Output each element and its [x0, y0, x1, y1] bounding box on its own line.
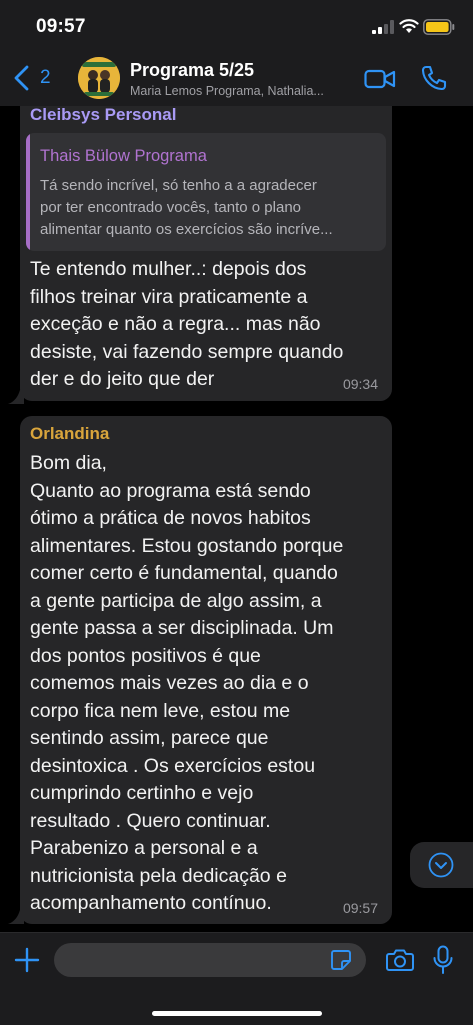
message-bubble[interactable]: Orlandina Bom dia, Quanto ao programa es…: [20, 416, 392, 924]
message-bubble[interactable]: Cleibsys Personal Thais Bülow Programa T…: [20, 106, 392, 401]
microphone-icon[interactable]: [432, 945, 454, 975]
quoted-message[interactable]: Thais Bülow Programa Tá sendo incrível, …: [26, 133, 386, 251]
message-input[interactable]: [54, 943, 366, 977]
chevron-down-circle-icon: [428, 852, 454, 878]
message-text: Bom dia, Quanto ao programa está sendo ó…: [30, 452, 344, 914]
group-avatar-image: [78, 57, 120, 99]
home-indicator: [152, 1011, 322, 1016]
message-time: 09:57: [342, 900, 378, 916]
cellular-signal-icon: [372, 20, 394, 34]
message-sender: Cleibsys Personal: [30, 106, 177, 124]
sticker-icon[interactable]: [330, 949, 352, 971]
status-bar: 09:57: [0, 0, 473, 52]
chat-header: 2 Programa 5/25 Maria Lemos Programa, Na…: [0, 52, 473, 107]
quoted-sender: Thais Bülow Programa: [40, 147, 207, 165]
quote-accent-bar: [26, 133, 30, 251]
back-button[interactable]: 2: [12, 62, 51, 94]
bubble-tail: [8, 390, 24, 404]
unread-count: 2: [40, 67, 51, 88]
quoted-text: Tá sendo incrível, só tenho a a agradece…: [40, 177, 333, 238]
status-time: 09:57: [36, 16, 86, 37]
chat-participants[interactable]: Maria Lemos Programa, Nathalia...: [130, 84, 355, 98]
camera-icon[interactable]: [386, 947, 414, 973]
message-time: 09:34: [342, 376, 378, 392]
message-sender: Orlandina: [30, 424, 110, 443]
group-avatar[interactable]: [78, 57, 120, 99]
video-camera-icon[interactable]: [364, 68, 396, 90]
battery-icon: [423, 19, 455, 35]
phone-icon[interactable]: [420, 64, 448, 92]
message-text: Te entendo mulher..: depois dos filhos t…: [30, 258, 344, 390]
plus-icon[interactable]: [14, 947, 40, 973]
chevron-left-icon: [14, 65, 29, 91]
message-list[interactable]: Cleibsys Personal Thais Bülow Programa T…: [0, 106, 473, 932]
composer-bar: [0, 932, 473, 1025]
chat-title[interactable]: Programa 5/25: [130, 60, 254, 81]
wifi-icon: [399, 19, 419, 33]
scroll-to-bottom-button[interactable]: [410, 842, 473, 888]
bubble-tail: [8, 910, 24, 924]
